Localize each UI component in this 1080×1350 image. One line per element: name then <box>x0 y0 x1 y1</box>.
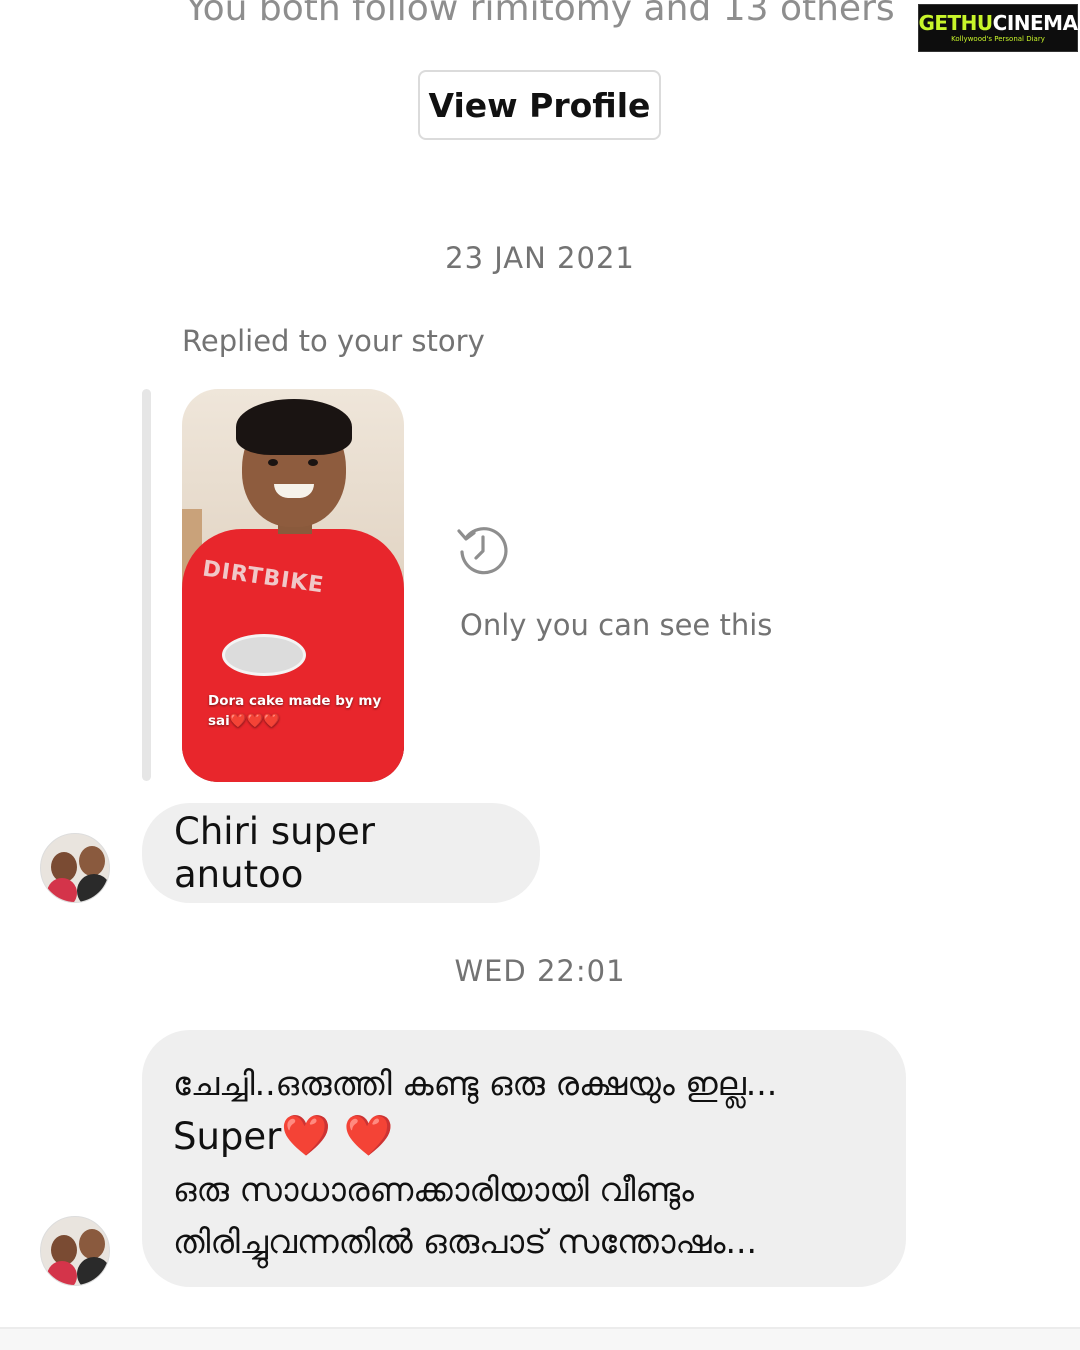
message-line: ചേച്ചി..ഒരുത്തി കണ്ടു ഒരു രക്ഷയും ഇല്ല..… <box>173 1064 778 1103</box>
message-line: ഒരു സാധാരണക്കാരിയായി വീണ്ടും <box>173 1170 694 1209</box>
composer-area <box>0 1329 1080 1350</box>
date-separator: WED 22:01 <box>454 954 626 988</box>
message-line: തിരിച്ചുവന്നതിൽ ഒരുപാട് സന്തോഷം... <box>173 1222 757 1261</box>
watermark-tagline: Kollywood's Personal Diary <box>951 35 1045 43</box>
story-hair <box>236 399 352 455</box>
story-reply-label: Replied to your story <box>182 324 485 358</box>
view-profile-button[interactable]: View Profile <box>418 70 661 140</box>
story-caption: Dora cake made by my sai❤️❤️❤️ <box>208 693 382 729</box>
avatar-shirt-right <box>77 1257 109 1285</box>
message-text: Chiri super anutoo <box>174 810 376 896</box>
heart-emoji: ❤️ ❤️ <box>281 1113 394 1159</box>
message-word: Super <box>173 1115 282 1158</box>
sender-avatar[interactable] <box>40 1216 110 1286</box>
watermark-logo: GETHUCINEMA Kollywood's Personal Diary <box>918 4 1078 52</box>
message-bubble[interactable]: ചേച്ചി..ഒരുത്തി കണ്ടു ഒരു രക്ഷയും ഇല്ല..… <box>142 1030 906 1287</box>
avatar-shirt-left <box>47 1261 77 1285</box>
visibility-notice: Only you can see this <box>460 608 773 642</box>
watermark-brand-part2: CINEMA <box>992 11 1078 35</box>
story-thumbnail[interactable]: DIRTBIKE Dora cake made by my sai❤️❤️❤️ <box>182 389 404 782</box>
avatar-shirt-right <box>77 874 109 902</box>
avatar-face-right <box>79 1229 105 1259</box>
story-eye-right <box>308 459 318 466</box>
message-bubble[interactable]: Chiri super anutoo <box>142 803 540 903</box>
history-icon <box>457 527 508 575</box>
story-eye-left <box>268 459 278 466</box>
avatar-shirt-left <box>47 878 77 902</box>
story-plate <box>222 634 306 676</box>
reply-indicator-bar <box>142 389 151 781</box>
message-line: Super❤️ ❤️ <box>173 1110 876 1164</box>
watermark-brand: GETHUCINEMA <box>918 11 1078 35</box>
date-separator: 23 JAN 2021 <box>445 241 635 275</box>
sender-avatar[interactable] <box>40 833 110 903</box>
avatar-face-right <box>79 846 105 876</box>
watermark-brand-part1: GETHU <box>918 11 993 35</box>
